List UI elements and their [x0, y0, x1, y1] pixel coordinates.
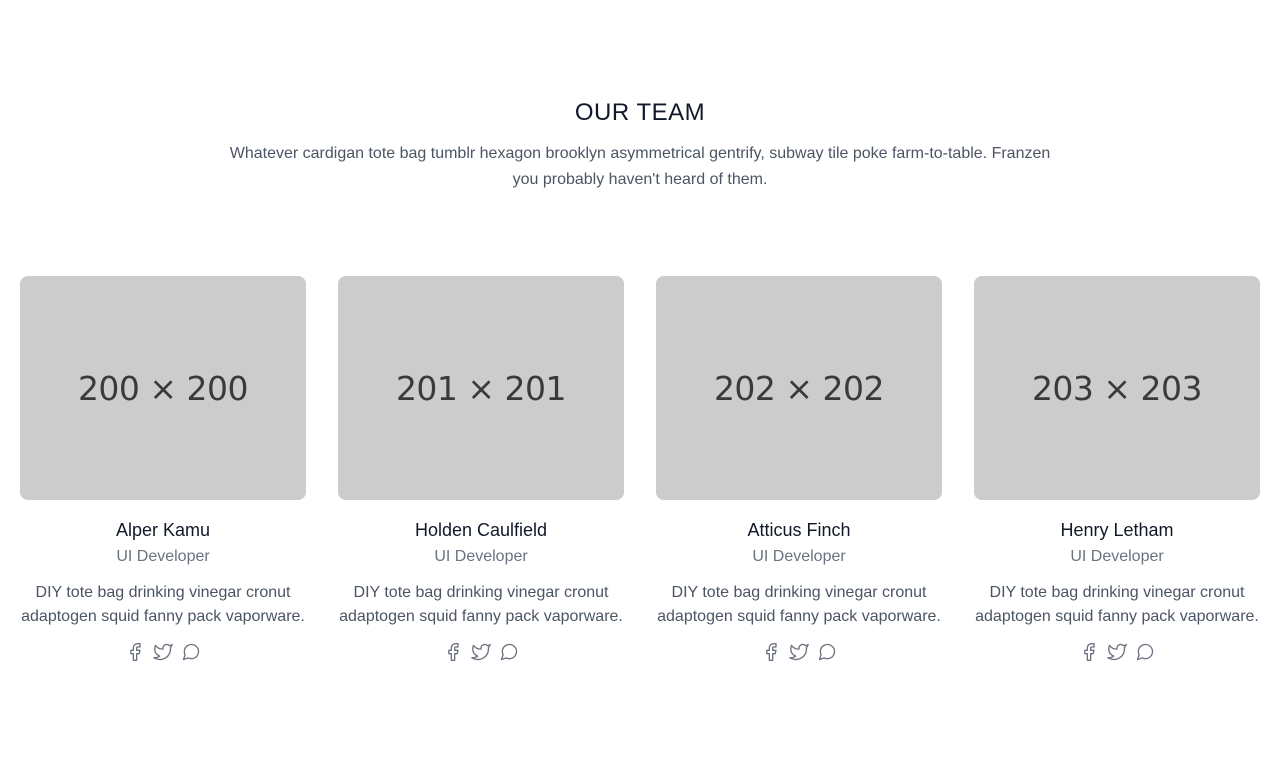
team-member-card: 200 × 200 Alper Kamu UI Developer DIY to… — [20, 276, 306, 662]
team-section: OUR TEAM Whatever cardigan tote bag tumb… — [0, 0, 1280, 760]
member-bio: DIY tote bag drinking vinegar cronut ada… — [657, 584, 941, 625]
member-photo: 203 × 203 — [974, 276, 1260, 500]
facebook-icon[interactable] — [761, 642, 781, 662]
member-bio: DIY tote bag drinking vinegar cronut ada… — [339, 584, 623, 625]
member-name: Alper Kamu — [115, 520, 211, 540]
twitter-icon[interactable] — [1107, 642, 1127, 662]
member-bio: DIY tote bag drinking vinegar cronut ada… — [21, 584, 305, 625]
member-name: Holden Caulfield — [414, 520, 548, 540]
message-icon[interactable] — [817, 642, 837, 662]
member-photo: 202 × 202 — [656, 276, 942, 500]
member-role: UI Developer — [434, 548, 528, 565]
twitter-icon[interactable] — [471, 642, 491, 662]
section-header: OUR TEAM Whatever cardigan tote bag tumb… — [0, 97, 1280, 193]
member-photo: 201 × 201 — [338, 276, 624, 500]
twitter-icon[interactable] — [789, 642, 809, 662]
social-links — [338, 642, 624, 662]
team-member-card: 202 × 202 Atticus Finch UI Developer DIY… — [656, 276, 942, 662]
team-grid: 200 × 200 Alper Kamu UI Developer DIY to… — [20, 276, 1260, 662]
message-icon[interactable] — [1135, 642, 1155, 662]
section-title: OUR TEAM — [574, 99, 706, 126]
social-links — [656, 642, 942, 662]
member-role: UI Developer — [1070, 548, 1164, 565]
member-role: UI Developer — [116, 548, 210, 565]
member-photo: 200 × 200 — [20, 276, 306, 500]
member-name: Atticus Finch — [747, 520, 851, 540]
member-name: Henry Letham — [1060, 520, 1174, 540]
team-member-card: 201 × 201 Holden Caulfield UI Developer … — [338, 276, 624, 662]
social-links — [974, 642, 1260, 662]
message-icon[interactable] — [499, 642, 519, 662]
facebook-icon[interactable] — [1079, 642, 1099, 662]
facebook-icon[interactable] — [443, 642, 463, 662]
social-links — [20, 642, 306, 662]
member-role: UI Developer — [752, 548, 846, 565]
facebook-icon[interactable] — [125, 642, 145, 662]
section-subtitle: Whatever cardigan tote bag tumblr hexago… — [229, 145, 1051, 188]
member-bio: DIY tote bag drinking vinegar cronut ada… — [975, 584, 1259, 625]
team-member-card: 203 × 203 Henry Letham UI Developer DIY … — [974, 276, 1260, 662]
twitter-icon[interactable] — [153, 642, 173, 662]
message-icon[interactable] — [181, 642, 201, 662]
